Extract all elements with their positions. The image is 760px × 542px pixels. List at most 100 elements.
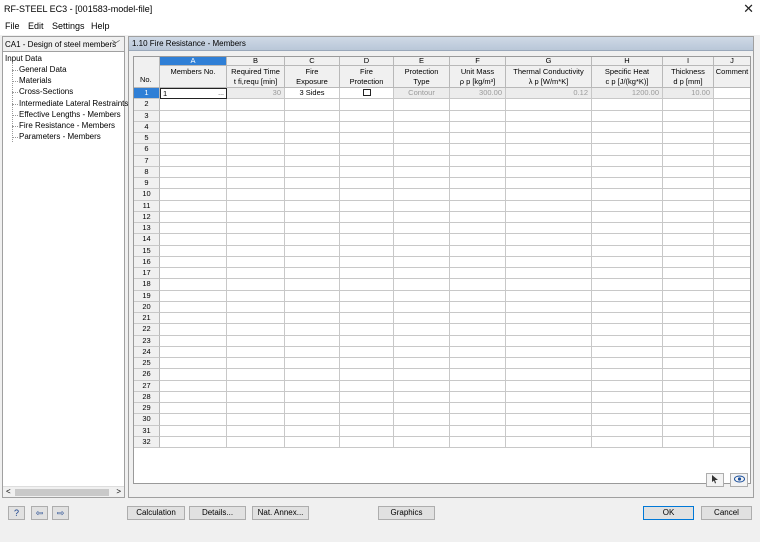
table-cell[interactable] xyxy=(506,380,592,392)
column-letter-a[interactable]: A xyxy=(160,57,227,66)
table-cell[interactable] xyxy=(160,256,227,268)
table-cell[interactable] xyxy=(160,279,227,291)
table-cell[interactable] xyxy=(714,403,750,415)
table-cell[interactable] xyxy=(450,178,506,190)
table-cell[interactable] xyxy=(506,200,592,212)
table-cell[interactable] xyxy=(714,313,750,325)
table-cell[interactable] xyxy=(714,156,750,167)
table-cell[interactable] xyxy=(340,436,394,448)
table-cell[interactable] xyxy=(160,110,227,122)
table-cell[interactable] xyxy=(714,212,750,223)
table-cell[interactable] xyxy=(663,110,714,122)
table-cell[interactable] xyxy=(592,425,663,437)
table-cell[interactable] xyxy=(394,110,450,122)
table-cell[interactable] xyxy=(450,324,506,336)
table-cell[interactable] xyxy=(450,403,506,415)
table-cell[interactable] xyxy=(227,121,285,133)
table-cell[interactable] xyxy=(160,391,227,403)
table-cell[interactable] xyxy=(227,279,285,291)
table-cell[interactable] xyxy=(450,200,506,212)
table-cell[interactable] xyxy=(592,380,663,392)
table-cell[interactable] xyxy=(394,155,450,167)
table-cell[interactable] xyxy=(227,301,285,313)
table-cell[interactable] xyxy=(506,313,592,325)
row-number[interactable]: 23 xyxy=(134,335,160,347)
table-cell[interactable] xyxy=(394,268,450,280)
table-cell[interactable] xyxy=(285,133,340,145)
table-cell[interactable] xyxy=(160,380,227,392)
table-cell[interactable] xyxy=(160,200,227,212)
menu-help[interactable]: Help xyxy=(91,21,110,31)
table-cell[interactable] xyxy=(663,313,714,325)
cell-required-time[interactable]: 30 xyxy=(227,88,285,100)
table-cell[interactable] xyxy=(160,436,227,448)
table-cell[interactable] xyxy=(506,414,592,426)
table-cell[interactable] xyxy=(340,121,394,133)
row-number[interactable]: 8 xyxy=(134,166,160,178)
table-cell[interactable] xyxy=(340,268,394,280)
table-cell[interactable] xyxy=(506,403,592,415)
table-cell[interactable] xyxy=(394,99,450,111)
row-number[interactable]: 18 xyxy=(134,279,160,291)
table-cell[interactable] xyxy=(663,346,714,358)
table-cell[interactable] xyxy=(160,245,227,257)
table-cell[interactable] xyxy=(340,110,394,122)
table-cell[interactable] xyxy=(592,313,663,325)
row-number[interactable]: 20 xyxy=(134,301,160,313)
table-cell[interactable] xyxy=(340,425,394,437)
table-cell[interactable] xyxy=(714,392,750,403)
table-cell[interactable] xyxy=(663,121,714,133)
table-cell[interactable] xyxy=(592,245,663,257)
graphics-button[interactable]: Graphics xyxy=(378,506,435,520)
table-cell[interactable] xyxy=(285,324,340,336)
table-cell[interactable] xyxy=(160,369,227,381)
table-cell[interactable] xyxy=(450,290,506,302)
table-cell[interactable] xyxy=(663,335,714,347)
table-cell[interactable] xyxy=(285,200,340,212)
table-cell[interactable] xyxy=(506,335,592,347)
table-cell[interactable] xyxy=(285,189,340,201)
calculation-button[interactable]: Calculation xyxy=(127,506,185,520)
table-cell[interactable] xyxy=(450,144,506,156)
table-cell[interactable] xyxy=(450,391,506,403)
table-cell[interactable] xyxy=(450,380,506,392)
table-cell[interactable] xyxy=(663,358,714,370)
table-cell[interactable] xyxy=(714,189,750,201)
table-cell[interactable] xyxy=(663,211,714,223)
column-letter-g[interactable]: G xyxy=(506,57,592,66)
table-cell[interactable] xyxy=(450,166,506,178)
cell-fire-protection[interactable] xyxy=(340,88,394,100)
fire-protection-checkbox[interactable] xyxy=(363,89,371,96)
table-cell[interactable] xyxy=(506,166,592,178)
table-cell[interactable] xyxy=(506,178,592,190)
table-cell[interactable] xyxy=(714,347,750,358)
row-number[interactable]: 4 xyxy=(134,121,160,133)
table-cell[interactable] xyxy=(592,436,663,448)
table-cell[interactable] xyxy=(592,301,663,313)
table-cell[interactable] xyxy=(394,301,450,313)
column-letter-f[interactable]: F xyxy=(450,57,506,66)
column-letter-j[interactable]: J xyxy=(714,57,750,66)
row-number[interactable]: 30 xyxy=(134,414,160,426)
table-cell[interactable] xyxy=(340,335,394,347)
table-cell[interactable] xyxy=(160,166,227,178)
table-cell[interactable] xyxy=(450,425,506,437)
tree-item-intermediate-lateral-restraints[interactable]: Intermediate Lateral Restraints xyxy=(19,99,128,108)
table-cell[interactable] xyxy=(592,144,663,156)
table-cell[interactable] xyxy=(394,256,450,268)
table-cell[interactable] xyxy=(506,189,592,201)
table-cell[interactable] xyxy=(663,178,714,190)
table-cell[interactable] xyxy=(506,211,592,223)
table-cell[interactable] xyxy=(227,245,285,257)
table-cell[interactable] xyxy=(160,133,227,145)
table-cell[interactable] xyxy=(394,211,450,223)
row-number[interactable]: 24 xyxy=(134,346,160,358)
table-cell[interactable] xyxy=(663,166,714,178)
tree-root-input-data[interactable]: Input Data xyxy=(5,54,42,63)
table-cell[interactable] xyxy=(663,189,714,201)
table-cell[interactable] xyxy=(663,268,714,280)
table-cell[interactable] xyxy=(160,301,227,313)
table-cell[interactable] xyxy=(340,166,394,178)
tree-item-fire-resistance[interactable]: Fire Resistance - Members xyxy=(19,121,115,130)
table-cell[interactable] xyxy=(592,324,663,336)
